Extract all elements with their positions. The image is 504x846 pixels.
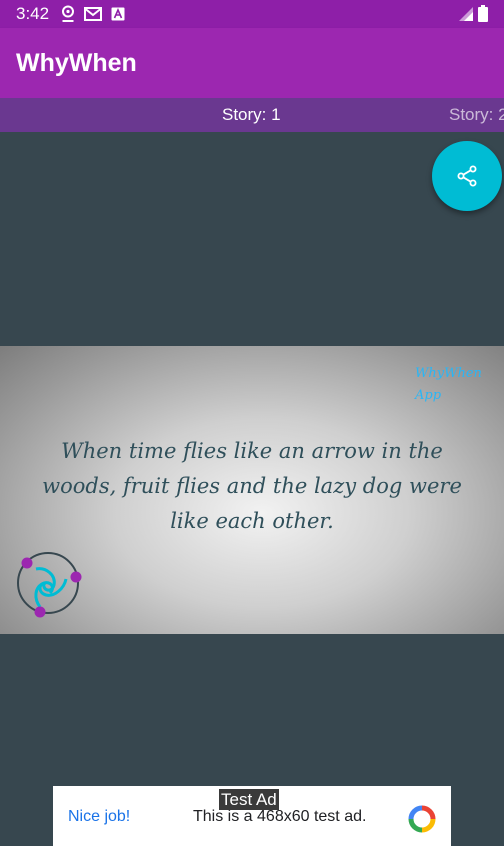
status-time: 3:42 [16, 4, 50, 23]
story-quote: When time flies like an arrow in the woo… [6, 434, 498, 539]
share-button[interactable] [432, 141, 502, 211]
status-system-icons [458, 5, 488, 22]
gmail-icon [84, 7, 103, 21]
signal-icon [459, 6, 473, 21]
share-icon [457, 165, 477, 187]
location-pin-icon [62, 5, 75, 22]
quote-line-2: woods, fruit flies and the lazy dog were [42, 474, 462, 498]
ad-headline[interactable]: Nice job! [68, 808, 130, 826]
watermark-line-1: WhyWhen [415, 366, 482, 381]
ad-body-text: This is a 468x60 test ad. [193, 808, 367, 825]
app-title: WhyWhen [16, 48, 137, 77]
tab-story-2[interactable]: Story: 2 [449, 98, 504, 132]
ad-brand-icon[interactable] [408, 805, 436, 833]
quote-line-1: When time flies like an arrow in the [61, 439, 443, 463]
story-card: WhyWhen App When time flies like an arro… [0, 346, 504, 634]
tab-story-1[interactable]: Story: 1 [222, 98, 281, 132]
app-logo-icon [17, 552, 82, 618]
status-bar: 3:42 [0, 0, 504, 28]
battery-icon [478, 5, 488, 22]
status-notification-icons [61, 5, 125, 23]
story-tab-strip: Story: 1 Story: 2 [0, 98, 504, 132]
watermark-line-2: App [415, 388, 442, 403]
quote-line-3: like each other. [170, 509, 334, 533]
a-icon [111, 7, 125, 21]
app-watermark: WhyWhen App [415, 363, 501, 407]
app-bar: WhyWhen [0, 28, 504, 98]
test-ad-badge: Test Ad [219, 789, 279, 810]
